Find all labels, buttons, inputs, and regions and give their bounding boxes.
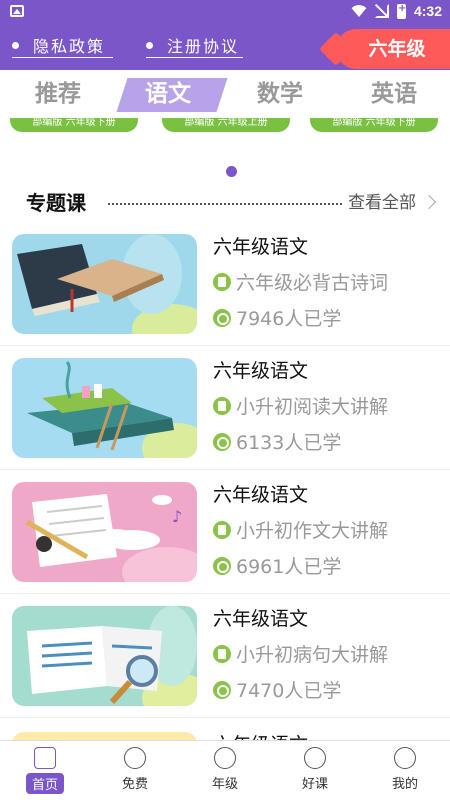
no-signal-icon [375, 4, 389, 18]
course-thumbnail: ♪ [12, 482, 197, 582]
nav-grade[interactable]: 年级 [190, 745, 260, 797]
nav-label: 年级 [211, 777, 238, 792]
wifi-icon [351, 5, 367, 17]
nav-label: 好课 [301, 777, 328, 792]
carousel-page-indicator [226, 166, 237, 177]
status-icons: 4:32 [351, 3, 442, 19]
tab-chinese[interactable]: 语文 [118, 76, 218, 112]
document-icon [213, 272, 231, 291]
course-learners: 7470人已学 [236, 680, 342, 702]
dotted-divider [108, 203, 342, 205]
textbook-carousel: 部编版 六年级下册 部编版 六年级上册 部编版 六年级下册 [0, 118, 450, 132]
chart-icon [214, 747, 236, 769]
course-thumbnail [12, 606, 197, 706]
document-icon [213, 644, 231, 663]
registration-agreement-link[interactable]: 注册协议 [146, 34, 244, 58]
writing-illustration: ♪ [12, 482, 197, 582]
nav-good-courses[interactable]: 好课 [280, 745, 350, 797]
course-subtitle-row: 小升初阅读大讲解 [213, 392, 388, 419]
tab-math[interactable]: 数学 [230, 76, 330, 112]
course-subtitle: 小升初病句大讲解 [236, 644, 389, 666]
yuan-icon [124, 747, 146, 769]
course-learners: 6961人已学 [236, 556, 342, 578]
course-learners-row: 7470人已学 [213, 676, 341, 703]
nav-label: 免费 [121, 777, 148, 792]
privacy-policy-label: 隐私政策 [33, 37, 106, 56]
course-subtitle: 六年级必背古诗词 [236, 272, 389, 294]
home-icon [34, 747, 56, 769]
course-title: 六年级语文 [213, 236, 309, 258]
course-title: 六年级语文 [213, 484, 309, 506]
document-icon [213, 520, 231, 539]
course-subtitle-row: 六年级必背古诗词 [213, 268, 388, 295]
bullet-icon [146, 41, 153, 49]
nav-profile[interactable]: 我的 [370, 745, 440, 797]
learners-icon [213, 308, 231, 327]
subject-tabs: 推荐 语文 数学 英语 [0, 70, 450, 118]
course-item[interactable]: 六年级语文 六年级必背古诗词 7946人已学 [0, 222, 450, 346]
course-learners-row: 6133人已学 [213, 428, 341, 455]
tab-english[interactable]: 英语 [344, 76, 444, 112]
magnifier-book-illustration [12, 606, 197, 706]
course-item[interactable]: 六年级语文 小升初病句大讲解 7470人已学 [0, 594, 450, 718]
learners-icon [213, 556, 231, 575]
textbook-item[interactable]: 部编版 六年级上册 [162, 118, 290, 132]
svg-text:♪: ♪ [172, 507, 182, 526]
privacy-policy-link[interactable]: 隐私政策 [12, 34, 114, 58]
course-thumbnail [12, 234, 197, 334]
reading-illustration [12, 358, 197, 458]
course-learners: 6133人已学 [236, 432, 342, 454]
course-subtitle-row: 小升初病句大讲解 [213, 640, 388, 667]
tab-label: 推荐 [35, 81, 81, 107]
course-learners-row: 6961人已学 [213, 552, 341, 579]
star-icon [304, 747, 326, 769]
battery-icon [396, 3, 406, 19]
document-icon [213, 396, 231, 415]
bullet-icon [12, 41, 19, 49]
course-subtitle: 小升初作文大讲解 [236, 520, 389, 542]
course-title: 六年级语文 [213, 360, 309, 382]
course-learners: 7946人已学 [236, 308, 342, 330]
textbook-item[interactable]: 部编版 六年级下册 [10, 118, 138, 132]
learners-icon [213, 680, 231, 699]
section-title: 专题课 [26, 191, 86, 215]
course-item[interactable]: ♪ 六年级语文 小升初作文大讲解 6961人已学 [0, 470, 450, 594]
course-item[interactable]: 六年级语文 小升初阅读大讲解 6133人已学 [0, 346, 450, 470]
nav-home[interactable]: 首页 [10, 745, 80, 797]
chevron-right-icon[interactable] [421, 194, 437, 210]
registration-agreement-label: 注册协议 [167, 37, 240, 56]
course-learners-row: 7946人已学 [213, 304, 341, 331]
grade-selector-button[interactable]: 六年级 [336, 29, 450, 69]
course-subtitle: 小升初阅读大讲解 [236, 396, 389, 418]
course-subtitle-row: 小升初作文大讲解 [213, 516, 388, 543]
gallery-icon [10, 5, 24, 17]
learners-icon [213, 432, 231, 451]
grade-label: 六年级 [368, 38, 426, 60]
course-thumbnail [12, 358, 197, 458]
tab-recommend[interactable]: 推荐 [8, 76, 108, 112]
tab-label: 语文 [145, 81, 191, 107]
bottom-navigation: 首页 免费 年级 好课 我的 [0, 740, 450, 800]
nav-label: 首页 [25, 773, 64, 794]
profile-icon [394, 747, 416, 769]
nav-free[interactable]: 免费 [100, 745, 170, 797]
status-time: 4:32 [413, 3, 442, 19]
books-illustration [12, 234, 197, 334]
status-bar: 4:32 [0, 0, 450, 24]
tab-label: 数学 [257, 81, 303, 107]
textbook-item[interactable]: 部编版 六年级下册 [310, 118, 438, 132]
nav-label: 我的 [391, 777, 418, 792]
tab-label: 英语 [371, 81, 417, 107]
view-all-link[interactable]: 查看全部 [348, 188, 416, 218]
course-title: 六年级语文 [213, 608, 309, 630]
section-header: 专题课 查看全部 [26, 188, 437, 218]
app-header: 隐私政策 注册协议 六年级 [0, 24, 450, 70]
